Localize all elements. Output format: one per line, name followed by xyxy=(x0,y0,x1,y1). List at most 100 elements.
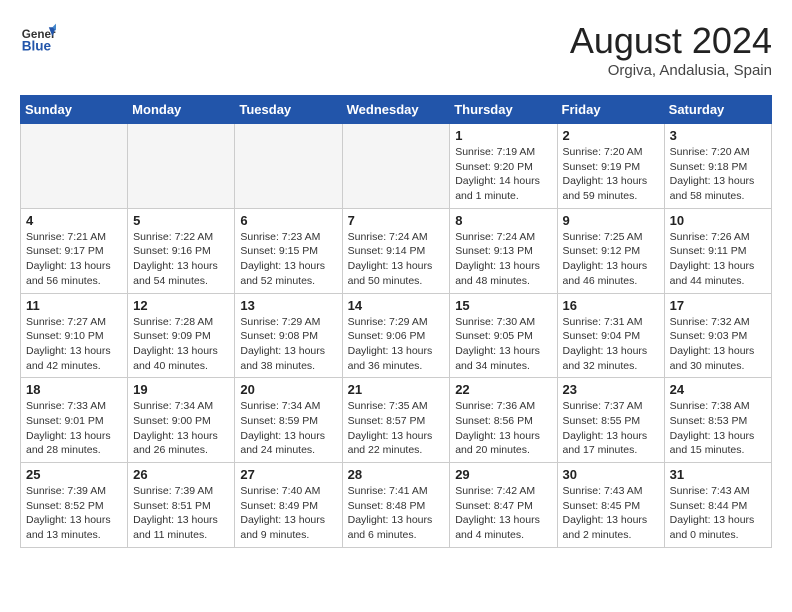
day-info: Sunrise: 7:38 AM Sunset: 8:53 PM Dayligh… xyxy=(670,399,766,458)
day-cell-28: 28Sunrise: 7:41 AM Sunset: 8:48 PM Dayli… xyxy=(342,463,450,548)
day-cell-1: 1 Sunrise: 7:19 AM Sunset: 9:20 PM Daylig… xyxy=(450,124,557,209)
weekday-header-row: SundayMondayTuesdayWednesdayThursdayFrid… xyxy=(21,96,772,124)
day-info: Sunrise: 7:31 AM Sunset: 9:04 PM Dayligh… xyxy=(563,315,659,374)
day-number: 23 xyxy=(563,382,659,397)
day-info: Sunrise: 7:20 AM Sunset: 9:19 PM Dayligh… xyxy=(563,145,659,204)
day-info: Sunrise: 7:25 AM Sunset: 9:12 PM Dayligh… xyxy=(563,230,659,289)
day-info: Sunrise: 7:26 AM Sunset: 9:11 PM Dayligh… xyxy=(670,230,766,289)
day-info: Sunrise: 7:32 AM Sunset: 9:03 PM Dayligh… xyxy=(670,315,766,374)
day-cell-19: 19Sunrise: 7:34 AM Sunset: 9:00 PM Dayli… xyxy=(128,378,235,463)
day-cell-17: 17 Sunrise: 7:32 AM Sunset: 9:03 PM Dayli… xyxy=(664,293,771,378)
weekday-header-saturday: Saturday xyxy=(664,96,771,124)
location-subtitle: Orgiva, Andalusia, Spain xyxy=(570,62,772,79)
day-number: 28 xyxy=(348,467,445,482)
day-info: Sunrise: 7:43 AM Sunset: 8:44 PM Dayligh… xyxy=(670,484,766,543)
weekday-header-tuesday: Tuesday xyxy=(235,96,342,124)
weekday-header-friday: Friday xyxy=(557,96,664,124)
day-info: Sunrise: 7:19 AM Sunset: 9:20 PM Dayligh… xyxy=(455,145,551,204)
day-number: 2 xyxy=(563,128,659,143)
day-number: 15 xyxy=(455,298,551,313)
day-info: Sunrise: 7:35 AM Sunset: 8:57 PM Dayligh… xyxy=(348,399,445,458)
day-number: 9 xyxy=(563,213,659,228)
day-number: 24 xyxy=(670,382,766,397)
empty-cell xyxy=(235,124,342,209)
day-cell-15: 15 Sunrise: 7:30 AM Sunset: 9:05 PM Dayli… xyxy=(450,293,557,378)
day-number: 16 xyxy=(563,298,659,313)
day-cell-21: 21Sunrise: 7:35 AM Sunset: 8:57 PM Dayli… xyxy=(342,378,450,463)
day-number: 12 xyxy=(133,298,229,313)
day-info: Sunrise: 7:29 AM Sunset: 9:06 PM Dayligh… xyxy=(348,315,445,374)
week-row-5: 25Sunrise: 7:39 AM Sunset: 8:52 PM Dayli… xyxy=(21,463,772,548)
day-info: Sunrise: 7:20 AM Sunset: 9:18 PM Dayligh… xyxy=(670,145,766,204)
day-cell-22: 22Sunrise: 7:36 AM Sunset: 8:56 PM Dayli… xyxy=(450,378,557,463)
day-info: Sunrise: 7:24 AM Sunset: 9:14 PM Dayligh… xyxy=(348,230,445,289)
day-number: 5 xyxy=(133,213,229,228)
day-number: 14 xyxy=(348,298,445,313)
day-info: Sunrise: 7:29 AM Sunset: 9:08 PM Dayligh… xyxy=(240,315,336,374)
day-number: 25 xyxy=(26,467,122,482)
weekday-header-thursday: Thursday xyxy=(450,96,557,124)
day-number: 3 xyxy=(670,128,766,143)
day-number: 6 xyxy=(240,213,336,228)
day-info: Sunrise: 7:24 AM Sunset: 9:13 PM Dayligh… xyxy=(455,230,551,289)
day-cell-11: 11Sunrise: 7:27 AM Sunset: 9:10 PM Dayli… xyxy=(21,293,128,378)
day-number: 30 xyxy=(563,467,659,482)
day-number: 20 xyxy=(240,382,336,397)
day-number: 17 xyxy=(670,298,766,313)
month-year-title: August 2024 xyxy=(570,20,772,62)
day-number: 19 xyxy=(133,382,229,397)
day-info: Sunrise: 7:30 AM Sunset: 9:05 PM Dayligh… xyxy=(455,315,551,374)
day-number: 31 xyxy=(670,467,766,482)
day-cell-3: 3 Sunrise: 7:20 AM Sunset: 9:18 PM Daylig… xyxy=(664,124,771,209)
empty-cell xyxy=(128,124,235,209)
day-info: Sunrise: 7:43 AM Sunset: 8:45 PM Dayligh… xyxy=(563,484,659,543)
day-cell-10: 10 Sunrise: 7:26 AM Sunset: 9:11 PM Dayli… xyxy=(664,208,771,293)
day-number: 27 xyxy=(240,467,336,482)
day-info: Sunrise: 7:42 AM Sunset: 8:47 PM Dayligh… xyxy=(455,484,551,543)
day-number: 11 xyxy=(26,298,122,313)
day-info: Sunrise: 7:33 AM Sunset: 9:01 PM Dayligh… xyxy=(26,399,122,458)
page-header: General Blue August 2024 Orgiva, Andalus… xyxy=(20,20,772,79)
day-cell-14: 14 Sunrise: 7:29 AM Sunset: 9:06 PM Dayli… xyxy=(342,293,450,378)
day-number: 7 xyxy=(348,213,445,228)
logo-icon: General Blue xyxy=(20,20,56,56)
title-block: August 2024 Orgiva, Andalusia, Spain xyxy=(570,20,772,79)
day-cell-8: 8 Sunrise: 7:24 AM Sunset: 9:13 PM Daylig… xyxy=(450,208,557,293)
day-cell-25: 25Sunrise: 7:39 AM Sunset: 8:52 PM Dayli… xyxy=(21,463,128,548)
day-cell-27: 27 Sunrise: 7:40 AM Sunset: 8:49 PM Dayli… xyxy=(235,463,342,548)
day-number: 18 xyxy=(26,382,122,397)
day-info: Sunrise: 7:37 AM Sunset: 8:55 PM Dayligh… xyxy=(563,399,659,458)
week-row-3: 11Sunrise: 7:27 AM Sunset: 9:10 PM Dayli… xyxy=(21,293,772,378)
day-cell-7: 7 Sunrise: 7:24 AM Sunset: 9:14 PM Daylig… xyxy=(342,208,450,293)
empty-cell xyxy=(342,124,450,209)
day-cell-16: 16 Sunrise: 7:31 AM Sunset: 9:04 PM Dayli… xyxy=(557,293,664,378)
day-cell-13: 13 Sunrise: 7:29 AM Sunset: 9:08 PM Dayli… xyxy=(235,293,342,378)
day-number: 26 xyxy=(133,467,229,482)
day-cell-18: 18 Sunrise: 7:33 AM Sunset: 9:01 PM Dayli… xyxy=(21,378,128,463)
day-info: Sunrise: 7:28 AM Sunset: 9:09 PM Dayligh… xyxy=(133,315,229,374)
day-number: 29 xyxy=(455,467,551,482)
day-info: Sunrise: 7:39 AM Sunset: 8:51 PM Dayligh… xyxy=(133,484,229,543)
day-cell-4: 4Sunrise: 7:21 AM Sunset: 9:17 PM Daylig… xyxy=(21,208,128,293)
day-cell-9: 9 Sunrise: 7:25 AM Sunset: 9:12 PM Daylig… xyxy=(557,208,664,293)
day-cell-31: 31 Sunrise: 7:43 AM Sunset: 8:44 PM Dayli… xyxy=(664,463,771,548)
day-cell-30: 30 Sunrise: 7:43 AM Sunset: 8:45 PM Dayli… xyxy=(557,463,664,548)
day-cell-2: 2 Sunrise: 7:20 AM Sunset: 9:19 PM Daylig… xyxy=(557,124,664,209)
day-number: 8 xyxy=(455,213,551,228)
weekday-header-monday: Monday xyxy=(128,96,235,124)
day-info: Sunrise: 7:34 AM Sunset: 8:59 PM Dayligh… xyxy=(240,399,336,458)
day-info: Sunrise: 7:21 AM Sunset: 9:17 PM Dayligh… xyxy=(26,230,122,289)
calendar-table: SundayMondayTuesdayWednesdayThursdayFrid… xyxy=(20,95,772,548)
day-number: 1 xyxy=(455,128,551,143)
day-info: Sunrise: 7:40 AM Sunset: 8:49 PM Dayligh… xyxy=(240,484,336,543)
day-cell-24: 24 Sunrise: 7:38 AM Sunset: 8:53 PM Dayli… xyxy=(664,378,771,463)
day-number: 22 xyxy=(455,382,551,397)
day-info: Sunrise: 7:22 AM Sunset: 9:16 PM Dayligh… xyxy=(133,230,229,289)
day-cell-29: 29 Sunrise: 7:42 AM Sunset: 8:47 PM Dayli… xyxy=(450,463,557,548)
week-row-1: 1 Sunrise: 7:19 AM Sunset: 9:20 PM Daylig… xyxy=(21,124,772,209)
day-number: 10 xyxy=(670,213,766,228)
weekday-header-wednesday: Wednesday xyxy=(342,96,450,124)
day-number: 13 xyxy=(240,298,336,313)
empty-cell xyxy=(21,124,128,209)
day-cell-6: 6Sunrise: 7:23 AM Sunset: 9:15 PM Daylig… xyxy=(235,208,342,293)
